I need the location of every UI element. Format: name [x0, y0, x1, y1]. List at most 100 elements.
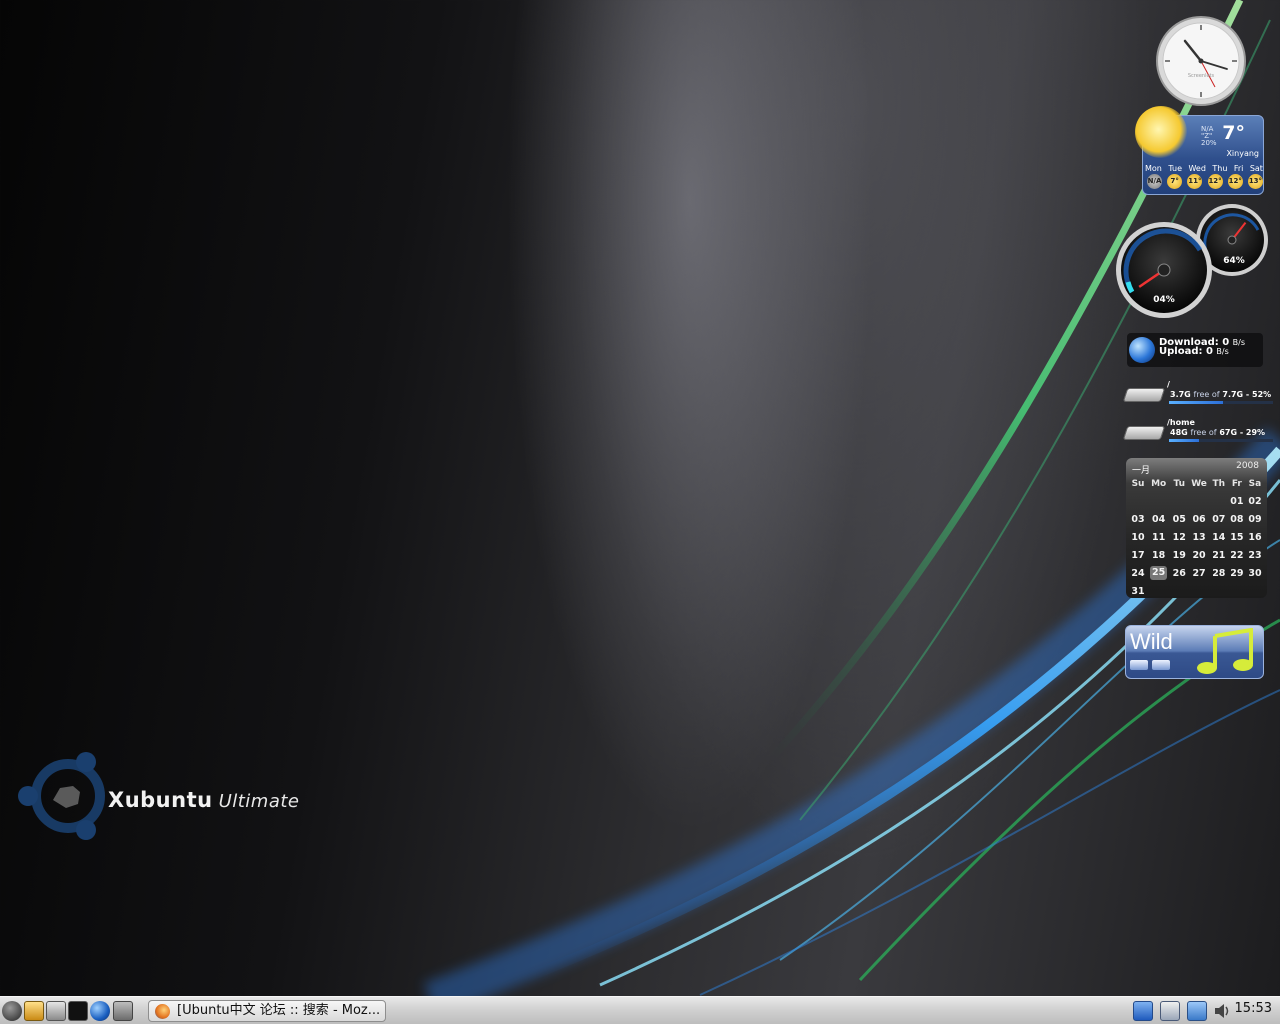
disk-path: /home [1167, 418, 1195, 427]
calendar-day[interactable]: 20 [1188, 546, 1209, 564]
calendar-day[interactable]: 24 [1129, 564, 1147, 582]
text-editor-icon[interactable] [46, 1001, 66, 1021]
disk-desklet-home[interactable]: /home 48G free of 67G - 29% [1122, 418, 1275, 450]
calendar-day [1129, 492, 1147, 510]
weather-day: Mon [1145, 164, 1162, 173]
weather-day: Tue [1168, 164, 1182, 173]
upload-unit: B/s [1216, 347, 1229, 356]
display-icon[interactable] [1187, 1001, 1207, 1021]
sun-icon [1135, 106, 1187, 158]
calendar-day[interactable]: 06 [1188, 510, 1209, 528]
disk-free-word: free of [1193, 390, 1220, 399]
upload-rate: Upload: 0 B/s [1159, 347, 1229, 357]
calendar-day[interactable]: 23 [1246, 546, 1264, 564]
download-unit: B/s [1232, 338, 1246, 347]
calendar-day [1246, 582, 1264, 600]
calendar-day[interactable]: 21 [1210, 546, 1228, 564]
xfce-menu-icon[interactable] [2, 1001, 22, 1021]
forecast-sun-icon: 7° [1167, 174, 1183, 189]
calendar-day [1170, 582, 1188, 600]
calendar-day[interactable]: 29 [1228, 564, 1246, 582]
calendar-day[interactable]: 25 [1147, 564, 1170, 582]
calendar-weekday: Mo [1151, 479, 1167, 489]
calendar-day[interactable]: 22 [1228, 546, 1246, 564]
calendar-weekday: We [1191, 479, 1207, 489]
calendar-week: 17 18 19 20 21 22 23 [1129, 546, 1264, 564]
disk-usage: 48G free of 67G - 29% [1170, 428, 1265, 437]
calendar-day[interactable]: 02 [1246, 492, 1264, 510]
disk-usage-bar [1169, 401, 1273, 404]
calendar-day [1210, 582, 1228, 600]
memory-percent: 64% [1223, 256, 1245, 266]
calendar-day[interactable]: 09 [1246, 510, 1264, 528]
analog-clock-desklet[interactable]: Screenlets [1155, 15, 1247, 107]
trash-icon[interactable] [113, 1001, 133, 1021]
disk-usage: 3.7G free of 7.7G - 52% [1170, 390, 1271, 399]
calendar-today[interactable]: 25 [1150, 566, 1168, 580]
hard-drive-icon [1122, 388, 1166, 402]
disk-usage-bar [1169, 439, 1273, 442]
calendar-day[interactable]: 13 [1188, 528, 1209, 546]
network-desklet[interactable]: Download: 0 B/s Upload: 0 B/s [1127, 333, 1263, 367]
disk-total: 7.7G - 52% [1222, 390, 1272, 399]
music-note-icon [1197, 628, 1253, 674]
calendar-day[interactable]: 26 [1170, 564, 1188, 582]
calendar-day[interactable]: 31 [1129, 582, 1147, 600]
calendar-weekday: Th [1212, 479, 1226, 489]
calendar-weekday: Fr [1231, 479, 1242, 489]
calendar-day[interactable]: 30 [1246, 564, 1264, 582]
firefox-icon [155, 1004, 170, 1019]
disk-desklet-root[interactable]: / 3.7G free of 7.7G - 52% [1122, 380, 1275, 412]
calendar-day[interactable]: 10 [1129, 528, 1147, 546]
cursor-tool-icon[interactable] [1133, 1001, 1153, 1021]
file-manager-icon[interactable] [24, 1001, 44, 1021]
calendar-weekday: Sa [1248, 479, 1262, 489]
disk-total: 67G - 29% [1219, 428, 1266, 437]
calendar-weekday: Su [1131, 479, 1145, 489]
calendar-day [1188, 582, 1209, 600]
calendar-day[interactable]: 19 [1170, 546, 1188, 564]
calendar-day[interactable]: 15 [1228, 528, 1246, 546]
web-browser-icon[interactable] [90, 1001, 110, 1021]
calendar-day [1228, 582, 1246, 600]
calendar-day[interactable]: 12 [1170, 528, 1188, 546]
forecast-sun-icon: 13° [1247, 174, 1263, 189]
calendar-day[interactable]: 28 [1210, 564, 1228, 582]
taskbar: [Ubuntu中文 论坛 :: 搜索 - Moz... 15:53 [0, 996, 1280, 1024]
system-gauges-desklet[interactable]: 64% 04% [1112, 200, 1272, 320]
calendar-week: 03 04 05 06 07 08 09 [1129, 510, 1264, 528]
calendar-day [1170, 492, 1188, 510]
logo-edition: Ultimate [218, 791, 300, 812]
weather-temperature: 7° [1222, 122, 1245, 144]
globe-icon [1129, 337, 1155, 363]
calendar-day[interactable]: 16 [1246, 528, 1264, 546]
calendar-desklet[interactable]: 一月 2008 Su Mo Tu We Th Fr Sa 01 02 03 04 05 06 07 08 0… [1126, 458, 1267, 598]
calendar-day[interactable]: 03 [1129, 510, 1147, 528]
calendar-day[interactable]: 07 [1210, 510, 1228, 528]
disk-free-word: free of [1190, 428, 1217, 437]
terminal-icon[interactable] [68, 1001, 88, 1021]
weather-condition-line: 20% [1201, 139, 1217, 147]
weather-desklet[interactable]: N/A "Z" 20% 7° Xinyang Mon Tue Wed Thu F… [1135, 106, 1264, 195]
calendar-day[interactable]: 11 [1147, 528, 1170, 546]
music-player-desklet[interactable]: Wild [1125, 625, 1264, 679]
forecast-sun-icon: 11° [1187, 174, 1203, 189]
volume-icon[interactable] [1212, 1001, 1232, 1021]
weather-day: Thu [1212, 164, 1228, 173]
cpu-percent: 04% [1153, 295, 1175, 305]
taskbar-clock[interactable]: 15:53 [1235, 1001, 1272, 1016]
calendar-day[interactable]: 17 [1129, 546, 1147, 564]
calendar-day[interactable]: 08 [1228, 510, 1246, 528]
calendar-day[interactable]: 14 [1210, 528, 1228, 546]
taskbar-window-firefox[interactable]: [Ubuntu中文 论坛 :: 搜索 - Moz... [148, 1000, 386, 1022]
calendar-day[interactable]: 01 [1228, 492, 1246, 510]
calendar-day[interactable]: 05 [1170, 510, 1188, 528]
disk-free: 48G [1170, 428, 1188, 437]
next-button[interactable] [1152, 660, 1170, 670]
calendar-day[interactable]: 27 [1188, 564, 1209, 582]
calendar-day[interactable]: 04 [1147, 510, 1170, 528]
network-connection-icon[interactable] [1160, 1001, 1180, 1021]
calendar-day[interactable]: 18 [1147, 546, 1170, 564]
weather-day: Sat [1249, 164, 1263, 173]
previous-button[interactable] [1130, 660, 1148, 670]
